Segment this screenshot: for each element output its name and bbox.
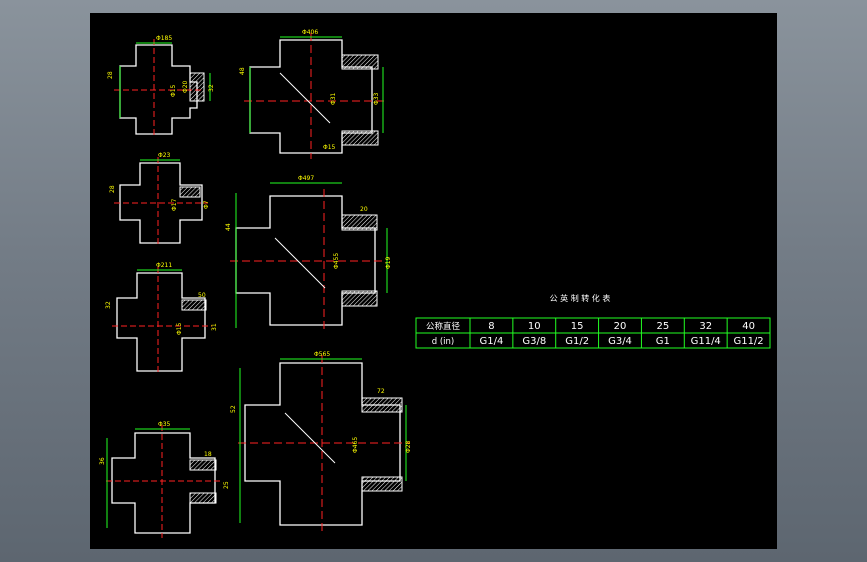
fitting-7-top-label: Φ35 (158, 421, 171, 428)
fitting-5-right-label: 31 (211, 323, 218, 331)
table-cell-nominal: 40 (742, 321, 755, 332)
fitting-6-right-label: Φ28 (405, 440, 412, 453)
fitting-6-top-label: Φ565 (314, 351, 330, 358)
fitting-2-bore-line (279, 72, 331, 124)
cross-fitting-1[interactable]: Φ185 28 Φ15 Φ20 32 (107, 35, 215, 137)
fitting-7-right-label: 25 (223, 481, 230, 489)
table-cell-nominal: 15 (571, 321, 584, 332)
table-cell-nominal: 10 (528, 321, 541, 332)
fitting-2-left-label: 48 (239, 67, 246, 75)
fitting-2-right-label: Φ33 (373, 92, 380, 105)
table-cell-nominal: 25 (656, 321, 669, 332)
cad-drawing: Φ185 28 Φ15 Φ20 32 Φ406 48 Φ31 Φ33 Φ15 Φ… (99, 29, 771, 538)
fitting-3-thread (179, 186, 201, 198)
fitting-1-mid-label: Φ15 (170, 84, 177, 97)
cross-fitting-3[interactable]: Φ23 28 Φ17 Φ7 (109, 152, 210, 247)
fitting-7-thread-bottom (189, 492, 217, 504)
fitting-1-left-label: 28 (107, 71, 114, 79)
conversion-table-title: 公 英 制 转 化 表 (550, 293, 611, 303)
fitting-3-top-label: Φ23 (158, 152, 171, 159)
cross-fitting-2[interactable]: Φ406 48 Φ31 Φ33 Φ15 (239, 29, 386, 159)
fitting-3-left-label: 28 (109, 185, 116, 193)
conversion-table: 公 英 制 转 化 表 公称直径 d (in) 8 G1/4 10 G3/8 15 G1/… (415, 293, 771, 349)
fitting-2-top-label: Φ406 (302, 29, 318, 36)
fitting-6-mid-label: Φ465 (352, 437, 359, 453)
table-cell-inch: G1/4 (480, 336, 504, 347)
fitting-4-width-label: 20 (360, 206, 368, 213)
fitting-1-right-label: 32 (208, 84, 215, 92)
fitting-7-width-label: 18 (204, 451, 212, 458)
fitting-5-left-label: 32 (105, 301, 112, 309)
fitting-5-top-label: Φ211 (156, 262, 172, 269)
fitting-7-left-label: 36 (99, 457, 106, 465)
row2-label: d (in) (432, 337, 454, 347)
table-cell-inch: G11/4 (691, 336, 721, 347)
table-cell-nominal: 32 (699, 321, 712, 332)
fitting-1-bore-label: Φ20 (182, 80, 189, 93)
fitting-3-mid-label: Φ17 (171, 198, 178, 211)
table-cell-nominal: 20 (614, 321, 627, 332)
table-cell-nominal: 8 (488, 321, 494, 332)
fitting-2-bottom-label: Φ15 (323, 144, 336, 151)
fitting-4-left-label: 44 (225, 223, 232, 231)
table-cell-inch: G3/4 (608, 336, 632, 347)
row1-label: 公称直径 (426, 321, 461, 332)
fitting-4-thread-bottom (341, 290, 378, 307)
fitting-4-bore-line (274, 237, 326, 289)
fitting-7-outline (111, 432, 216, 534)
fitting-6-left-label: 52 (230, 405, 237, 413)
fitting-4-thread-top (341, 214, 378, 231)
fitting-6-bore-line (284, 412, 336, 464)
fitting-5-outline (116, 272, 206, 372)
fitting-7-thread-top (189, 459, 217, 471)
table-cell-inch: G11/2 (733, 336, 763, 347)
cross-fitting-7[interactable]: Φ35 36 18 25 (99, 421, 230, 538)
table-cell-inch: G3/8 (522, 336, 546, 347)
fitting-4-top-label: Φ497 (298, 175, 314, 182)
cross-fitting-6[interactable]: Φ565 52 72 Φ465 Φ28 (230, 351, 412, 533)
table-cells: 8 G1/4 10 G3/8 15 G1/2 20 G3/4 25 G1 32 G11/4 40 G11/… (480, 321, 764, 347)
fitting-6-thread-bottom (361, 476, 403, 492)
fitting-2-mid-label: Φ31 (330, 92, 337, 105)
fitting-5-width-label: 50 (198, 292, 206, 299)
cad-canvas[interactable]: Φ185 28 Φ15 Φ20 32 Φ406 48 Φ31 Φ33 Φ15 Φ… (90, 13, 777, 549)
fitting-2-thread-bottom (341, 130, 379, 146)
cross-fitting-4[interactable]: Φ497 44 20 Φ455 Φ19 (225, 175, 392, 331)
fitting-1-top-label: Φ185 (156, 35, 172, 42)
fitting-4-mid-label: Φ455 (333, 253, 340, 269)
fitting-5-mid-label: Φ15 (176, 322, 183, 335)
fitting-4-right-label: Φ19 (385, 256, 392, 269)
table-cell-inch: G1/2 (565, 336, 589, 347)
cross-fitting-5[interactable]: Φ211 32 50 Φ15 31 (105, 262, 218, 375)
fitting-6-thread-top (361, 397, 403, 413)
fitting-5-thread (181, 299, 207, 311)
fitting-6-width-label: 72 (377, 388, 385, 395)
fitting-3-right-label: Φ7 (203, 200, 210, 209)
fitting-1-thread (189, 72, 205, 102)
table-cell-inch: G1 (656, 336, 670, 347)
fitting-2-thread-top (341, 54, 379, 70)
